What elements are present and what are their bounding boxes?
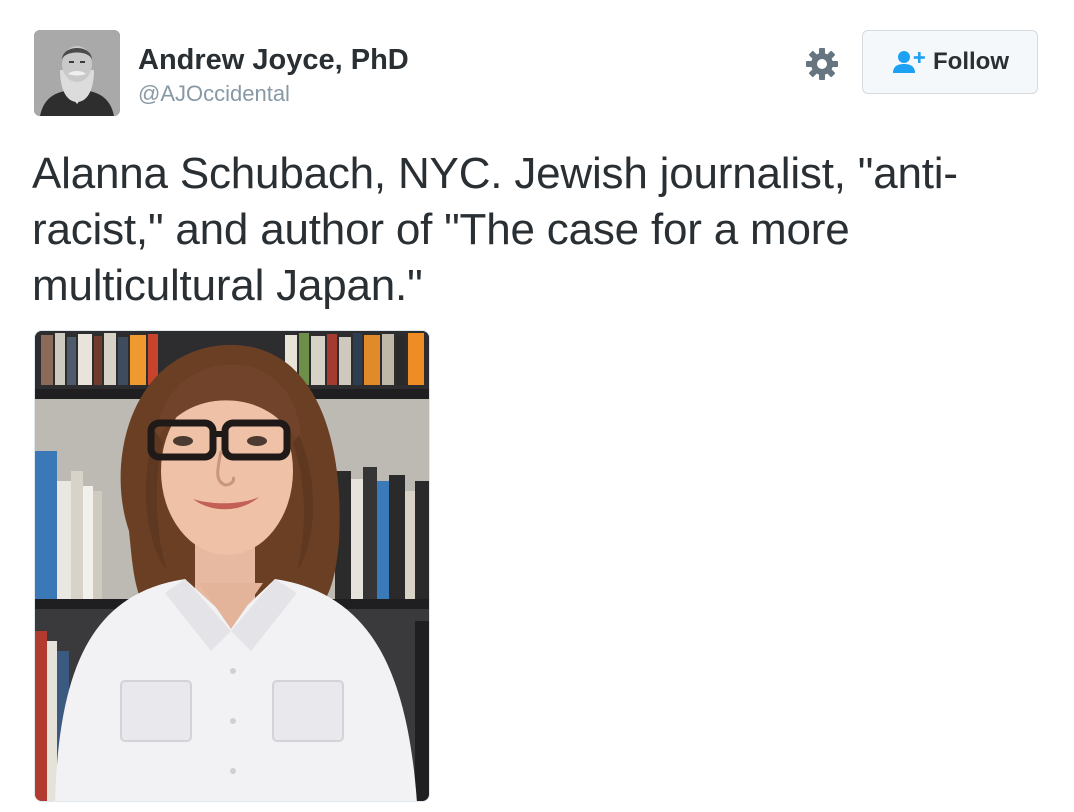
- tweet-text-line: racist," and author of "The case for a m…: [32, 205, 850, 254]
- author-name[interactable]: Andrew Joyce, PhD: [138, 44, 409, 77]
- tweet-text-line: multicultural Japan.": [32, 261, 423, 310]
- portrait-avatar-icon: [34, 30, 120, 116]
- tweet-text: Alanna Schubach, NYC. Jewish journalist,…: [32, 146, 1042, 314]
- gear-icon: [806, 48, 838, 80]
- settings-button[interactable]: [804, 46, 840, 82]
- follow-label: Follow: [933, 48, 1009, 75]
- author-handle[interactable]: @AJOccidental: [138, 81, 290, 107]
- photo-image: [35, 331, 429, 801]
- tweet-text-line: Alanna Schubach, NYC. Jewish journalist,…: [32, 149, 958, 198]
- add-user-icon: [893, 51, 925, 73]
- follow-button[interactable]: Follow: [862, 30, 1038, 94]
- author-avatar[interactable]: [34, 30, 120, 116]
- tweet-photo[interactable]: [34, 330, 430, 802]
- tweet-card: Andrew Joyce, PhD @AJOccidental Follow A…: [0, 0, 1074, 812]
